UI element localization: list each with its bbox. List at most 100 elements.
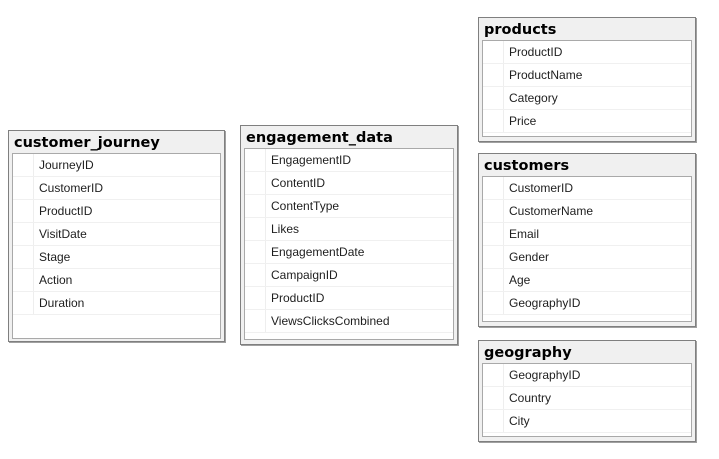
row-selector[interactable] <box>483 410 504 432</box>
column-name: Action <box>39 273 73 287</box>
row-selector[interactable] <box>483 292 504 314</box>
column-name: Age <box>509 273 531 287</box>
column-row[interactable]: CampaignID <box>245 264 453 287</box>
column-name: CustomerID <box>39 181 104 195</box>
row-selector[interactable] <box>245 241 266 263</box>
column-row[interactable]: Action <box>13 269 220 292</box>
column-row[interactable]: City <box>483 410 691 433</box>
column-name: GeographyID <box>509 296 581 310</box>
column-name: ContentID <box>271 176 326 190</box>
column-name: EngagementID <box>271 153 352 167</box>
column-row[interactable]: CustomerName <box>483 200 691 223</box>
table-title[interactable]: customers <box>479 154 695 176</box>
column-grid: GeographyID Country City <box>482 363 692 437</box>
table-title[interactable]: geography <box>479 341 695 363</box>
column-row[interactable]: EngagementID <box>245 149 453 172</box>
row-selector[interactable] <box>13 154 34 176</box>
column-grid: ProductID ProductName Category Price <box>482 40 692 137</box>
column-row[interactable]: CustomerID <box>13 177 220 200</box>
row-selector[interactable] <box>483 64 504 86</box>
column-row[interactable]: ContentID <box>245 172 453 195</box>
column-row[interactable]: Likes <box>245 218 453 241</box>
column-row[interactable]: CustomerID <box>483 177 691 200</box>
row-selector[interactable] <box>245 172 266 194</box>
table-geography[interactable]: geography GeographyID Country City <box>478 340 696 442</box>
column-row[interactable]: ProductID <box>483 41 691 64</box>
row-selector[interactable] <box>13 246 34 268</box>
row-selector[interactable] <box>483 387 504 409</box>
column-row[interactable]: Stage <box>13 246 220 269</box>
column-name: Gender <box>509 250 550 264</box>
table-title[interactable]: engagement_data <box>241 126 457 148</box>
column-name: Duration <box>39 296 85 310</box>
row-selector[interactable] <box>483 87 504 109</box>
row-selector[interactable] <box>13 223 34 245</box>
column-name: ProductName <box>509 68 583 82</box>
table-customer-journey[interactable]: customer_journey JourneyID CustomerID Pr… <box>8 130 225 342</box>
column-name: CustomerID <box>509 181 574 195</box>
column-grid: EngagementID ContentID ContentType Likes… <box>244 148 454 340</box>
column-name: Price <box>509 114 537 128</box>
column-name: CampaignID <box>271 268 338 282</box>
table-title[interactable]: products <box>479 18 695 40</box>
column-row[interactable]: GeographyID <box>483 364 691 387</box>
row-selector[interactable] <box>13 292 34 314</box>
column-row[interactable]: GeographyID <box>483 292 691 315</box>
row-selector[interactable] <box>483 269 504 291</box>
row-selector[interactable] <box>483 223 504 245</box>
row-selector[interactable] <box>483 364 504 386</box>
column-row[interactable]: Email <box>483 223 691 246</box>
column-row[interactable]: Gender <box>483 246 691 269</box>
row-selector[interactable] <box>245 310 266 332</box>
column-name: Category <box>509 91 558 105</box>
row-selector[interactable] <box>13 177 34 199</box>
column-name: VisitDate <box>39 227 87 241</box>
column-row[interactable]: JourneyID <box>13 154 220 177</box>
row-selector[interactable] <box>245 287 266 309</box>
column-name: CustomerName <box>509 204 594 218</box>
column-row[interactable]: Age <box>483 269 691 292</box>
row-selector[interactable] <box>483 110 504 132</box>
row-selector[interactable] <box>245 264 266 286</box>
row-selector[interactable] <box>483 246 504 268</box>
column-row[interactable]: ViewsClicksCombined <box>245 310 453 333</box>
column-name: ProductID <box>39 204 93 218</box>
column-name: ProductID <box>271 291 325 305</box>
column-row[interactable]: ProductName <box>483 64 691 87</box>
column-name: Stage <box>39 250 71 264</box>
column-name: Likes <box>271 222 300 236</box>
table-title[interactable]: customer_journey <box>9 131 224 153</box>
row-selector[interactable] <box>245 195 266 217</box>
column-name: ViewsClicksCombined <box>271 314 390 328</box>
column-row[interactable]: EngagementDate <box>245 241 453 264</box>
column-row[interactable]: Country <box>483 387 691 410</box>
table-engagement-data[interactable]: engagement_data EngagementID ContentID C… <box>240 125 458 345</box>
column-row[interactable]: VisitDate <box>13 223 220 246</box>
table-customers[interactable]: customers CustomerID CustomerName Email … <box>478 153 696 327</box>
column-grid: CustomerID CustomerName Email Gender Age… <box>482 176 692 322</box>
row-selector[interactable] <box>245 218 266 240</box>
column-row[interactable]: Duration <box>13 292 220 315</box>
column-name: Email <box>509 227 540 241</box>
row-selector[interactable] <box>483 177 504 199</box>
column-row[interactable]: Price <box>483 110 691 133</box>
column-row[interactable]: Category <box>483 87 691 110</box>
column-row[interactable]: ProductID <box>245 287 453 310</box>
column-name: City <box>509 414 530 428</box>
column-row[interactable]: ProductID <box>13 200 220 223</box>
row-selector[interactable] <box>13 200 34 222</box>
row-selector[interactable] <box>483 200 504 222</box>
column-name: JourneyID <box>39 158 94 172</box>
column-name: ContentType <box>271 199 340 213</box>
row-selector[interactable] <box>245 149 266 171</box>
row-selector[interactable] <box>483 41 504 63</box>
column-name: Country <box>509 391 552 405</box>
column-name: EngagementDate <box>271 245 365 259</box>
row-selector[interactable] <box>13 269 34 291</box>
column-grid: JourneyID CustomerID ProductID VisitDate… <box>12 153 221 339</box>
column-name: ProductID <box>509 45 563 59</box>
column-name: GeographyID <box>509 368 581 382</box>
table-products[interactable]: products ProductID ProductName Category … <box>478 17 696 142</box>
new-column-row[interactable] <box>13 315 220 338</box>
column-row[interactable]: ContentType <box>245 195 453 218</box>
